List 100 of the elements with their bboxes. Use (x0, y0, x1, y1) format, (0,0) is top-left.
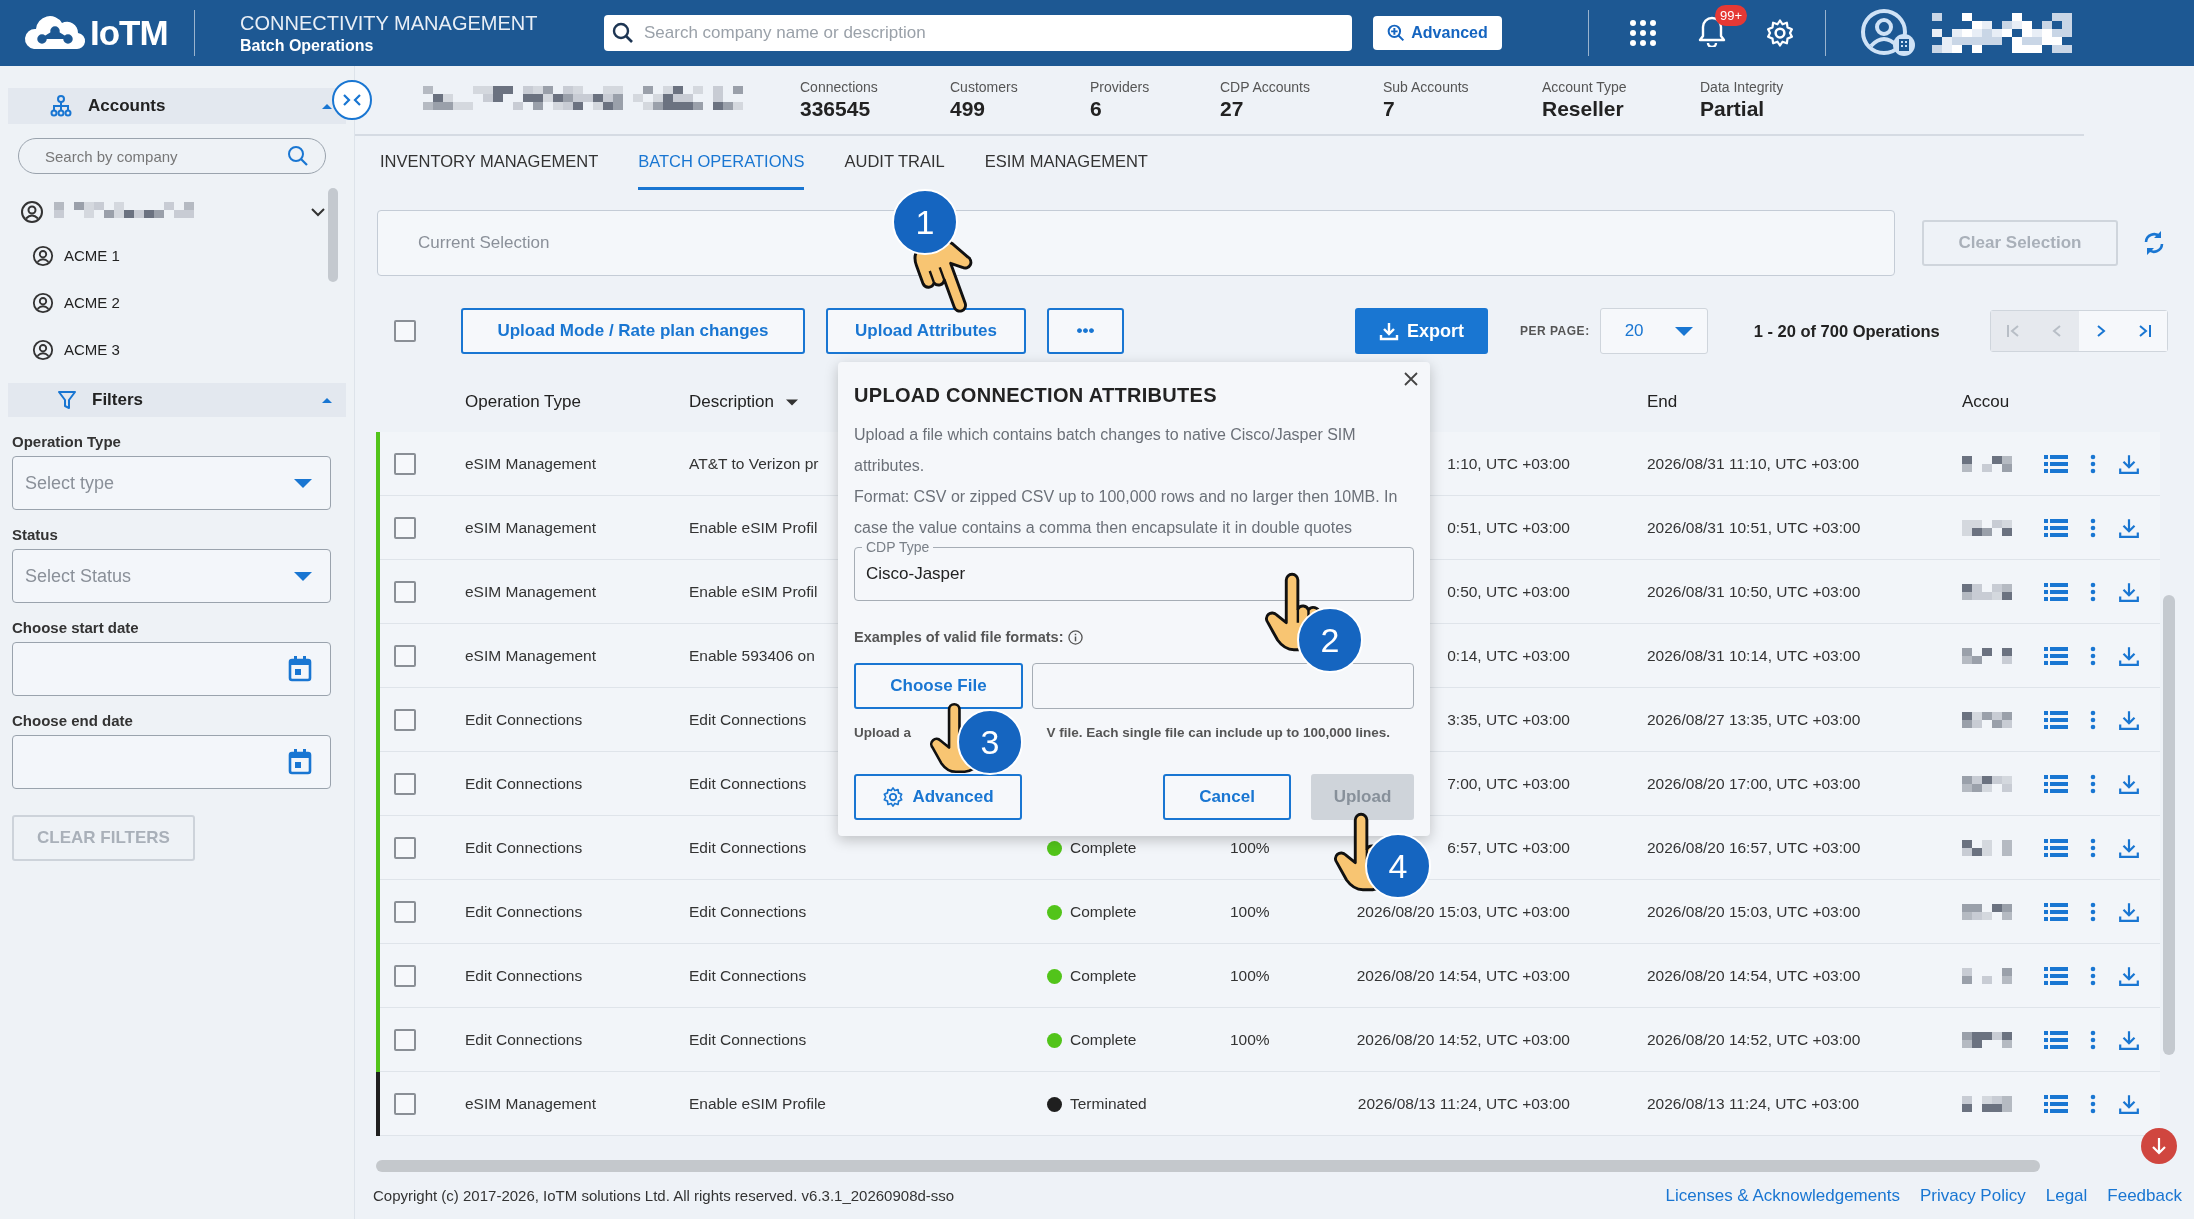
kebab-menu-icon[interactable] (2090, 902, 2096, 922)
list-icon[interactable] (2044, 1094, 2068, 1114)
user-avatar-icon[interactable] (1860, 8, 1918, 58)
kebab-menu-icon[interactable] (2090, 1094, 2096, 1114)
footer-link[interactable]: Privacy Policy (1919, 1185, 2026, 1206)
list-icon[interactable] (2044, 582, 2068, 602)
kebab-menu-icon[interactable] (2090, 646, 2096, 666)
column-header[interactable]: End (1647, 392, 1678, 412)
download-icon[interactable] (2118, 709, 2140, 731)
list-icon[interactable] (2044, 646, 2068, 666)
file-name-field[interactable] (1032, 663, 1414, 709)
last-page-button[interactable] (2123, 311, 2167, 351)
advanced-button[interactable]: Advanced (854, 774, 1022, 820)
tab[interactable]: ESIM MANAGEMENT (984, 136, 1148, 190)
calendar-icon[interactable] (288, 656, 312, 682)
refresh-icon[interactable] (2142, 230, 2166, 256)
scroll-down-button[interactable] (2141, 1128, 2177, 1164)
more-options-button[interactable]: ••• (1047, 308, 1124, 354)
row-checkbox[interactable] (394, 453, 416, 475)
row-checkbox[interactable] (394, 901, 416, 923)
vertical-scrollbar[interactable] (2163, 595, 2175, 1055)
kebab-menu-icon[interactable] (2090, 454, 2096, 474)
cancel-button[interactable]: Cancel (1163, 774, 1291, 820)
account-item[interactable]: ACME 2 (64, 294, 120, 311)
list-icon[interactable] (2044, 518, 2068, 538)
list-icon[interactable] (2044, 454, 2068, 474)
advanced-search-button[interactable]: Advanced (1373, 16, 1502, 50)
horizontal-scrollbar[interactable] (376, 1160, 2040, 1172)
scrollbar-thumb[interactable] (328, 188, 338, 282)
download-icon[interactable] (2118, 965, 2140, 987)
upload-button[interactable]: Upload Attributes (826, 308, 1026, 354)
select-field[interactable]: Select type (12, 456, 331, 510)
sort-caret-icon[interactable] (786, 398, 799, 406)
kebab-menu-icon[interactable] (2090, 710, 2096, 730)
search-icon (287, 145, 309, 167)
list-icon[interactable] (2044, 774, 2068, 794)
download-icon[interactable] (2118, 1093, 2140, 1115)
row-checkbox[interactable] (394, 1093, 416, 1115)
download-icon[interactable] (2118, 1029, 2140, 1051)
kebab-menu-icon[interactable] (2090, 518, 2096, 538)
accounts-header[interactable]: Accounts (8, 88, 346, 124)
tab[interactable]: BATCH OPERATIONS (638, 136, 805, 190)
row-checkbox[interactable] (394, 581, 416, 603)
footer-link[interactable]: Feedback (2107, 1185, 2182, 1206)
row-checkbox[interactable] (394, 1029, 416, 1051)
upload-button[interactable]: Upload Mode / Rate plan changes (461, 308, 805, 354)
download-icon[interactable] (2118, 453, 2140, 475)
list-icon[interactable] (2044, 710, 2068, 730)
apps-grid-icon[interactable] (1629, 19, 1657, 47)
export-button[interactable]: Export (1355, 308, 1488, 354)
stat-label: Providers (1090, 79, 1151, 95)
footer-link[interactable]: Legal (2045, 1185, 2088, 1206)
table-cell: Edit Connections (689, 711, 807, 729)
account-item[interactable]: ACME 1 (64, 247, 120, 264)
filters-header[interactable]: Filters (8, 383, 346, 417)
row-checkbox[interactable] (394, 773, 416, 795)
row-checkbox[interactable] (394, 645, 416, 667)
settings-icon[interactable] (1765, 18, 1795, 48)
select-field[interactable]: Select Status (12, 549, 331, 603)
row-checkbox[interactable] (394, 517, 416, 539)
table-cell: 100% (1230, 903, 1270, 921)
select-all-checkbox[interactable] (394, 320, 416, 342)
list-icon[interactable] (2044, 838, 2068, 858)
row-checkbox[interactable] (394, 965, 416, 987)
download-icon[interactable] (2118, 773, 2140, 795)
caret-up-icon[interactable] (322, 397, 332, 403)
kebab-menu-icon[interactable] (2090, 582, 2096, 602)
caret-up-icon[interactable] (322, 103, 332, 109)
tab[interactable]: AUDIT TRAIL (844, 136, 945, 190)
kebab-menu-icon[interactable] (2090, 966, 2096, 986)
info-icon[interactable] (1067, 629, 1083, 645)
footer-link[interactable]: Licenses & Acknowledgements (1665, 1185, 1900, 1206)
kebab-menu-icon[interactable] (2090, 1030, 2096, 1050)
kebab-menu-icon[interactable] (2090, 838, 2096, 858)
kebab-menu-icon[interactable] (2090, 774, 2096, 794)
row-checkbox[interactable] (394, 709, 416, 731)
list-icon[interactable] (2044, 1030, 2068, 1050)
hint-text: Upload a (854, 725, 911, 740)
account-item[interactable]: ACME 3 (64, 341, 120, 358)
download-icon[interactable] (2118, 517, 2140, 539)
date-field[interactable] (12, 735, 331, 789)
table-cell: Enable eSIM Profil (689, 519, 818, 537)
date-field[interactable] (12, 642, 331, 696)
column-header[interactable]: Description (689, 392, 775, 412)
download-icon[interactable] (2118, 901, 2140, 923)
status-text: Complete (1070, 967, 1137, 985)
collapse-sidebar-button[interactable] (332, 80, 372, 120)
list-icon[interactable] (2044, 902, 2068, 922)
tab[interactable]: INVENTORY MANAGEMENT (380, 136, 599, 190)
list-icon[interactable] (2044, 966, 2068, 986)
download-icon[interactable] (2118, 645, 2140, 667)
choose-file-button[interactable]: Choose File (854, 663, 1023, 709)
column-header[interactable]: Accou (1962, 392, 2010, 412)
search-field[interactable]: Search company name or description (604, 15, 1352, 51)
row-checkbox[interactable] (394, 837, 416, 859)
column-header[interactable]: Operation Type (465, 392, 581, 412)
download-icon[interactable] (2118, 837, 2140, 859)
calendar-icon[interactable] (288, 749, 312, 775)
download-icon[interactable] (2118, 581, 2140, 603)
per-page-select[interactable]: 20 (1599, 308, 1708, 354)
